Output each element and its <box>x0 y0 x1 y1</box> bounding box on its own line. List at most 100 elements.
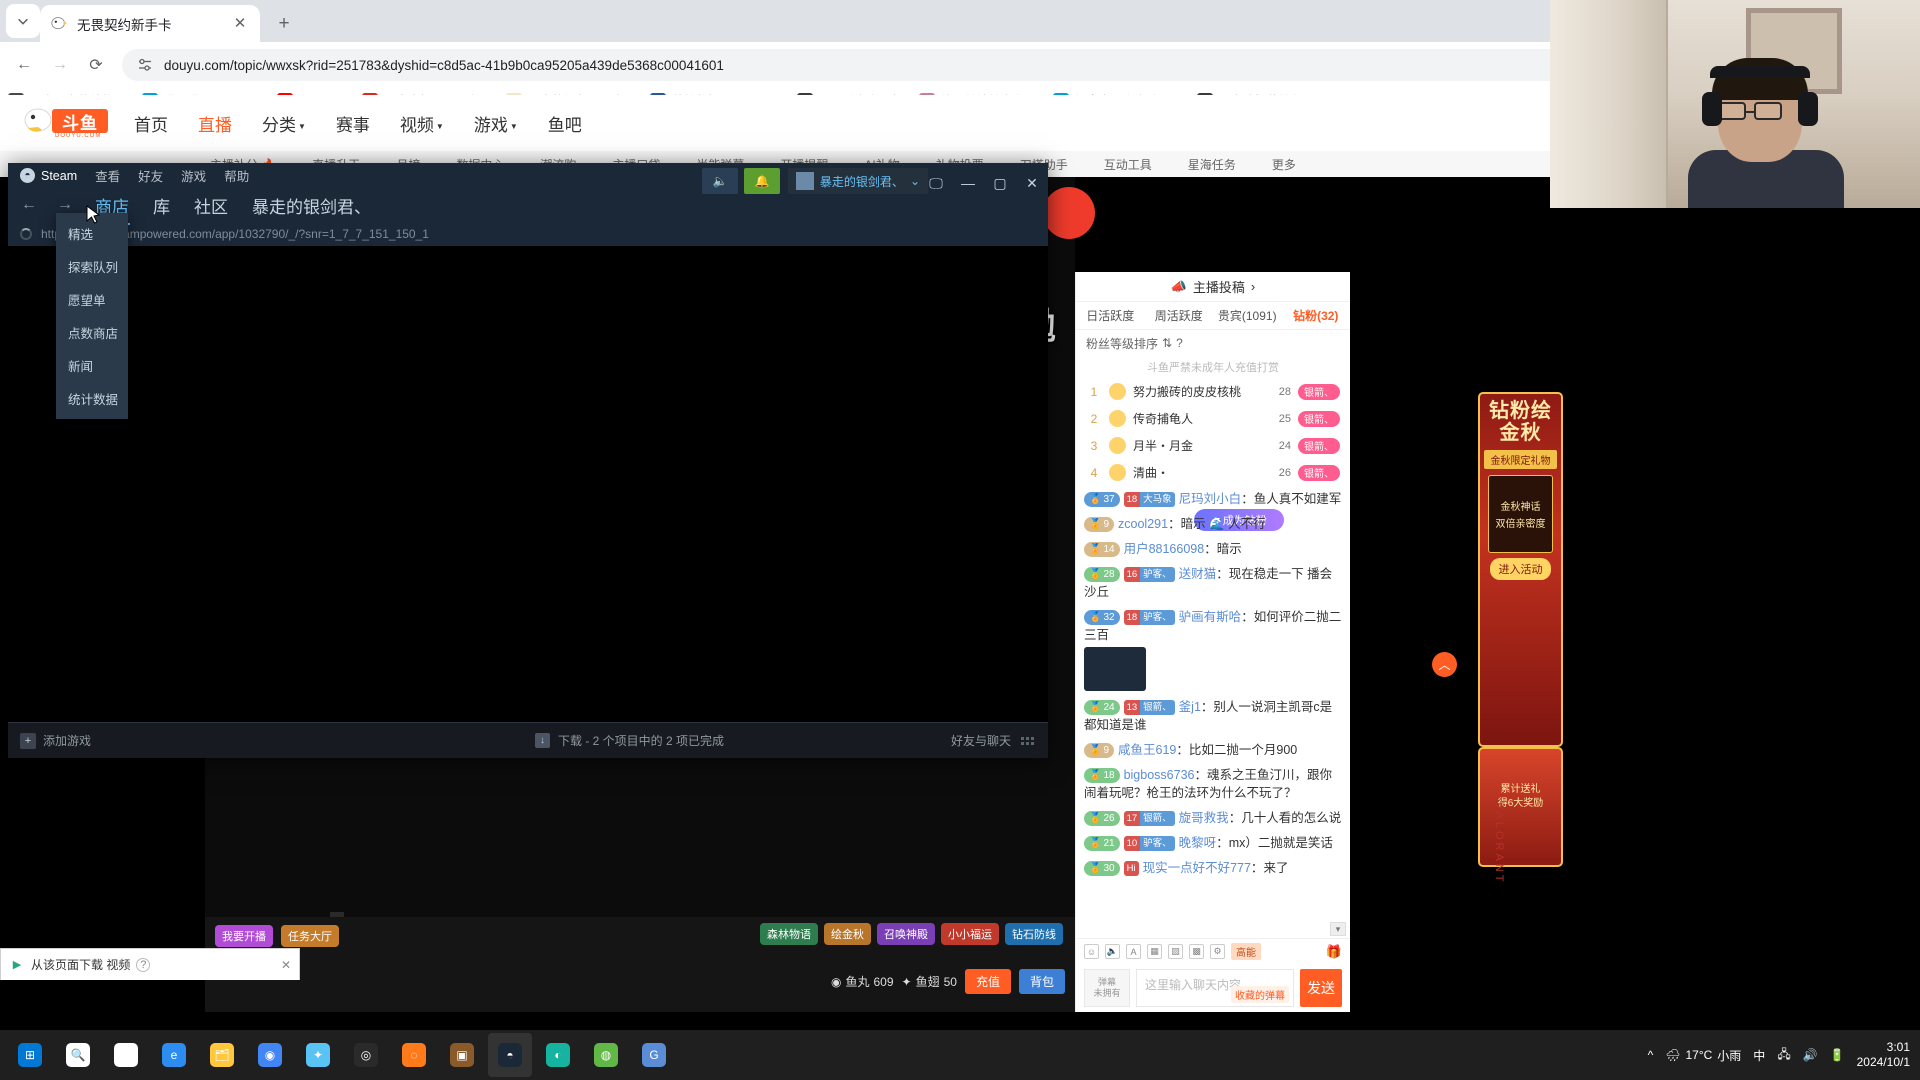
gift-icon[interactable]: 🎁 <box>1326 944 1342 960</box>
subnav-item[interactable]: 星海任务 <box>1188 156 1236 173</box>
rank-row[interactable]: 4 清曲・ 26 银箭、 <box>1076 459 1350 486</box>
app-dark-icon[interactable]: ◎ <box>344 1033 388 1077</box>
chat-user-name[interactable]: 尼玛刘小白 <box>1179 492 1242 506</box>
douyu-nav-5[interactable]: 游戏 ▼ <box>474 111 518 136</box>
app-teal-icon[interactable]: ◐ <box>536 1033 580 1077</box>
steam-back-button[interactable]: ← <box>18 194 40 216</box>
close-icon[interactable]: ✕ <box>281 958 291 972</box>
player-chip[interactable]: 任务大厅 <box>281 925 339 947</box>
volume-icon[interactable]: 🔊 <box>1803 1048 1818 1062</box>
steam-nav-item2[interactable]: 社区 <box>189 190 233 221</box>
douyu-logo[interactable]: 斗鱼 DOUYU.COM <box>22 106 108 140</box>
chat-user-name[interactable]: 咸鱼王619 <box>1118 743 1176 757</box>
app-blue-icon[interactable]: ✦ <box>296 1033 340 1077</box>
back-button[interactable]: ← <box>8 49 40 81</box>
monitor-icon[interactable]: 🖵 <box>920 168 952 198</box>
chat-user-name[interactable]: 用户88166098 <box>1124 542 1205 556</box>
color-icon[interactable]: ▦ <box>1147 944 1162 959</box>
start-button[interactable]: ⊞ <box>8 1033 52 1077</box>
send-button[interactable]: 发送 <box>1300 969 1342 1007</box>
add-game-button[interactable]: + 添加游戏 <box>8 732 308 749</box>
browser-tab[interactable]: 无畏契约新手卡 ✕ <box>40 5 260 42</box>
subnav-item[interactable]: 更多 <box>1272 156 1296 173</box>
speaker-icon[interactable]: 🔈 <box>702 168 738 194</box>
chat-user-name[interactable]: zcool291 <box>1118 517 1168 531</box>
saved-danmaku-button[interactable]: 收藏的弹幕 <box>1231 986 1289 1003</box>
store-menu-item[interactable]: 统计数据 <box>56 382 128 415</box>
douyu-nav-4[interactable]: 视频 ▼ <box>400 111 444 136</box>
store-menu-item[interactable]: 新闻 <box>56 349 128 382</box>
new-tab-button[interactable]: + <box>270 10 298 38</box>
chat-tab[interactable]: 周活跃度 <box>1145 307 1214 324</box>
chat-user-name[interactable]: bigboss6736 <box>1124 768 1195 782</box>
steam-taskbar-icon[interactable]: ◓ <box>488 1033 532 1077</box>
chat-user-name[interactable]: 晚黎呀 <box>1179 836 1217 850</box>
subnav-item[interactable]: 互动工具 <box>1104 156 1152 173</box>
chat-tab[interactable]: 贵宾(1091) <box>1213 307 1282 324</box>
steam-minimize-button[interactable]: — <box>952 168 984 198</box>
rank-row[interactable]: 3 月半・月金 24 银箭、 <box>1076 432 1350 459</box>
player-chip[interactable]: 我要开播 <box>215 925 273 947</box>
ad-cta-button[interactable]: 进入活动 <box>1490 558 1551 580</box>
douyu-nav-3[interactable]: 赛事 <box>336 111 370 136</box>
rank-row[interactable]: 1 努力搬砖的皮皮核桃 28 银箭、 <box>1076 378 1350 405</box>
chat-user-name[interactable]: 旋哥救我 <box>1179 811 1229 825</box>
anchor-submission-header[interactable]: 📣 主播投稿 › <box>1076 272 1350 302</box>
taskbar-clock[interactable]: 3:01 2024/10/1 <box>1857 1040 1910 1070</box>
noble-icon[interactable]: ▨ <box>1168 944 1183 959</box>
font-icon[interactable]: A <box>1126 944 1141 959</box>
store-menu-item[interactable]: 探索队列 <box>56 250 128 283</box>
steam-close-button[interactable]: ✕ <box>1016 168 1048 198</box>
event-chip[interactable]: 森林物语 <box>760 923 818 945</box>
steam-menu-item[interactable]: 好友 <box>138 166 163 185</box>
event-chip[interactable]: 小小福运 <box>941 923 999 945</box>
chat-user-name[interactable]: 现实一点好不好777 <box>1143 861 1251 875</box>
chat-user-name[interactable]: 送财猫 <box>1179 567 1217 581</box>
resize-grip-icon[interactable] <box>1021 736 1034 745</box>
chat-tab[interactable]: 钻粉(32) <box>1282 307 1351 324</box>
douyu-nav-1[interactable]: 直播 <box>198 111 232 136</box>
gift-reward-ad[interactable]: 累计送礼 得6大奖励 <box>1478 747 1563 867</box>
smile-icon[interactable]: ☺ <box>1084 944 1099 959</box>
weather-widget[interactable]: 🌧 17°C 小雨 <box>1665 1047 1741 1064</box>
network-icon[interactable]: 🖧 <box>1777 1045 1790 1066</box>
steam-account-menu[interactable]: 暴走的银剑君、 ⌄ <box>787 168 928 194</box>
chevron-down-icon[interactable]: ⌄ <box>910 174 920 188</box>
download-helper-bar[interactable]: ▶ 从该页面下载 视频 ? ✕ <box>0 948 300 980</box>
steam-window[interactable]: ◓ Steam 查看 好友 游戏 帮助 ← → 商店库社区 暴走的银剑君、 https://… <box>8 163 1048 758</box>
steam-maximize-button[interactable]: ▢ <box>984 168 1016 198</box>
app-green-icon[interactable]: ◍ <box>584 1033 628 1077</box>
chat-input-box[interactable]: 这里输入聊天内容 收藏的弹幕 <box>1136 969 1294 1007</box>
scroll-top-button[interactable]: ︿ <box>1432 652 1457 677</box>
steam-nav-item1[interactable]: 库 <box>148 190 175 221</box>
quality-badge[interactable]: 高能 <box>1231 943 1261 960</box>
app-brown-icon[interactable]: ▣ <box>440 1033 484 1077</box>
chat-image[interactable] <box>1084 647 1146 691</box>
chevron-up-icon[interactable]: ^ <box>1648 1048 1654 1062</box>
autumn-event-ad[interactable]: 钻粉绘金秋 金秋限定礼物 金秋神话 双倍亲密度 进入活动 <box>1478 392 1563 747</box>
backpack-button[interactable]: 背包 <box>1018 969 1065 994</box>
danmaku-type-button[interactable]: 弹幕 未拥有 <box>1084 969 1130 1007</box>
chevron-down-icon[interactable]: ▾ <box>1330 922 1346 936</box>
friends-chat-button[interactable]: 好友与聊天 <box>951 732 1048 749</box>
douyu-nav-0[interactable]: 首页 <box>134 111 168 136</box>
help-icon[interactable]: ? <box>1176 336 1183 350</box>
chrome-icon[interactable]: ◉ <box>248 1033 292 1077</box>
event-chip[interactable]: 钻石防线 <box>1005 923 1063 945</box>
reload-button[interactable]: ⟳ <box>80 49 112 81</box>
steam-nav-item3[interactable]: 暴走的银剑君、 <box>247 190 376 221</box>
forward-button[interactable]: → <box>44 49 76 81</box>
app-orange-icon[interactable]: ◌ <box>392 1033 436 1077</box>
store-menu-item[interactable]: 愿望单 <box>56 283 128 316</box>
task-view-button[interactable]: ❐ <box>104 1033 148 1077</box>
file-explorer-icon[interactable]: 🗂 <box>200 1033 244 1077</box>
chat-user-name[interactable]: 驴画有斯哈 <box>1179 610 1242 624</box>
chat-tab[interactable]: 日活跃度 <box>1076 307 1145 324</box>
douyu-nav-2[interactable]: 分类 ▼ <box>262 111 306 136</box>
steam-menu-item[interactable]: 查看 <box>95 166 120 185</box>
bell-icon[interactable]: 🔔 <box>744 168 780 194</box>
tab-close-icon[interactable]: ✕ <box>230 14 250 34</box>
steam-menu-item[interactable]: 游戏 <box>181 166 206 185</box>
steam-menu-item[interactable]: ◓ Steam <box>20 168 77 183</box>
fans-icon[interactable]: ▩ <box>1189 944 1204 959</box>
